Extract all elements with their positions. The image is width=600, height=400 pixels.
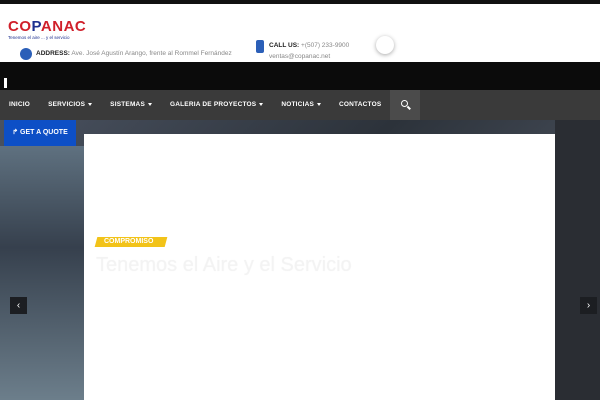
globe-icon (20, 48, 32, 60)
nav-item-inicio[interactable]: INICIO (0, 90, 39, 120)
caret-down-icon (317, 102, 321, 106)
get-a-quote-button[interactable]: ↱ GET A QUOTE (4, 120, 76, 146)
slider-prev-button[interactable]: ‹ (10, 297, 27, 314)
email-link[interactable]: ventas@copanac.net (269, 53, 330, 60)
nav-item-servicios[interactable]: SERVICIOS (39, 90, 101, 120)
main-navigation: INICIO SERVICIOS SISTEMAS GALERIA DE PRO… (0, 90, 600, 120)
nav-item-galeria-de-proyectos[interactable]: GALERIA DE PROYECTOS (161, 90, 272, 120)
copanac-logo[interactable]: COPANAC Tenemos el aire ... y el servici… (8, 18, 90, 40)
caret-down-icon (147, 102, 152, 106)
slide-left-image (0, 146, 84, 400)
search-icon-handle (407, 105, 412, 110)
slide-badge: COMPROMISO (94, 237, 168, 247)
caret-down-icon (259, 102, 264, 106)
slide-right-image (555, 120, 600, 400)
chevron-right-icon: › (586, 300, 591, 311)
floating-circle-button[interactable] (376, 36, 394, 54)
nav-item-noticias[interactable]: NOTICIAS (272, 90, 330, 120)
black-band (0, 62, 600, 90)
logo-tagline: Tenemos el aire ... y el servicio (8, 35, 70, 40)
chevron-left-icon: ‹ (16, 300, 21, 311)
address-text: ADDRESS: Ave. José Agustín Arango, frent… (36, 50, 232, 57)
nav-item-sistemas[interactable]: SISTEMAS (101, 90, 161, 120)
band-marker (4, 78, 7, 88)
logo-wordmark: COPANAC (8, 18, 87, 35)
call-us-text: CALL US: +(507) 233-9900 (269, 42, 350, 49)
caret-down-icon (88, 102, 93, 106)
share-icon: ↱ (12, 129, 21, 136)
slider-next-button[interactable]: › (580, 297, 597, 314)
phone-icon (256, 40, 264, 53)
search-button[interactable] (390, 90, 421, 120)
nav-item-contactos[interactable]: CONTACTOS (330, 90, 390, 120)
slide-headline: Tenemos el Aire y el Servicio (96, 254, 352, 276)
